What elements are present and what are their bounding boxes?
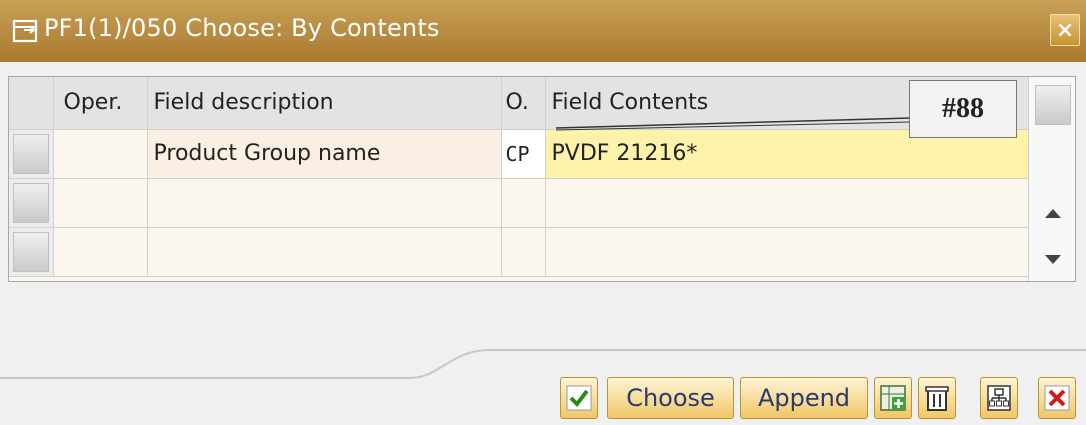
row-selector[interactable] [13, 133, 49, 174]
field-contents-input[interactable] [545, 227, 1029, 277]
vertical-scrollbar[interactable] [1028, 77, 1075, 281]
table-row [9, 227, 1029, 277]
select-all-button[interactable] [9, 77, 54, 130]
oper-cell[interactable] [53, 129, 148, 179]
option-cell[interactable] [501, 178, 546, 228]
field-description-cell [147, 227, 502, 277]
close-button[interactable]: × [1050, 14, 1080, 46]
scroll-down-icon[interactable] [1045, 255, 1061, 264]
column-header-oper[interactable]: Oper. [53, 77, 148, 130]
field-contents-input[interactable] [545, 178, 1029, 228]
oper-cell[interactable] [53, 178, 148, 228]
confirm-button[interactable] [560, 377, 598, 419]
field-description-cell [147, 178, 502, 228]
insert-row-button[interactable] [874, 377, 912, 419]
window-title: PF1(1)/050 Choose: By Contents [44, 14, 440, 42]
hierarchy-button[interactable] [980, 377, 1018, 419]
table-header-row: Oper. Field description O. Field Content… [9, 77, 1029, 130]
table-row: Product Group name CP PVDF 21216* [9, 129, 1029, 179]
window-icon [12, 19, 38, 43]
row-selector[interactable] [13, 182, 49, 223]
option-cell[interactable] [501, 227, 546, 277]
footer-divider [0, 349, 1086, 379]
annotation-callout: #88 [909, 80, 1017, 138]
delete-button[interactable] [918, 377, 956, 419]
option-cell[interactable]: CP [501, 129, 546, 179]
window-titlebar: PF1(1)/050 Choose: By Contents × [0, 0, 1086, 62]
row-selector[interactable] [13, 231, 49, 272]
hierarchy-icon [987, 385, 1011, 411]
field-description-cell: Product Group name [147, 129, 502, 179]
append-button[interactable]: Append [740, 377, 868, 419]
table-row [9, 178, 1029, 228]
trash-icon [925, 386, 949, 411]
choose-button[interactable]: Choose [607, 377, 734, 419]
column-settings-button[interactable] [1035, 85, 1071, 125]
oper-cell[interactable] [53, 227, 148, 277]
insert-row-icon [880, 385, 906, 411]
check-icon [566, 385, 592, 411]
cancel-button[interactable] [1038, 377, 1076, 419]
cancel-icon [1044, 385, 1070, 411]
column-header-option[interactable]: O. [501, 77, 546, 130]
column-header-field-description[interactable]: Field description [147, 77, 502, 130]
scroll-up-icon[interactable] [1045, 209, 1061, 218]
